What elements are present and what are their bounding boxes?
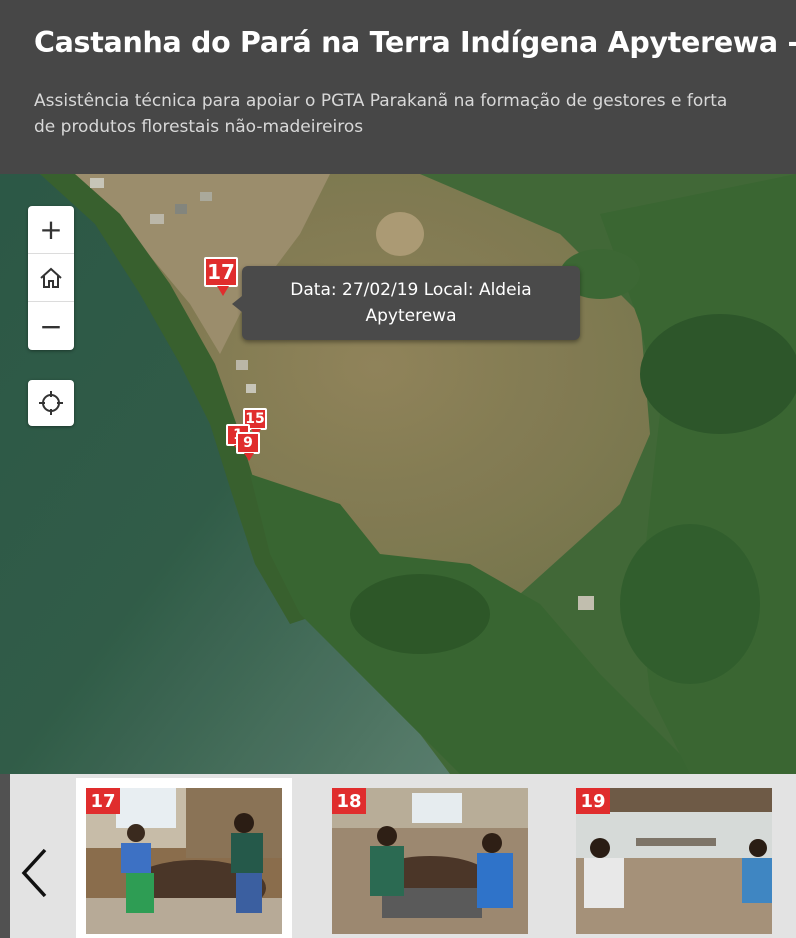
map-marker-17[interactable]: 17 [204,257,238,296]
tooltip-text: Data: 27/02/19 Local: Aldeia Apyterewa [290,280,532,326]
marker-tooltip: Data: 27/02/19 Local: Aldeia Apyterewa [232,266,580,340]
carousel-item-number: 17 [86,788,120,814]
carousel-item-number: 19 [576,788,610,814]
page-subtitle: Assistência técnica para apoiar o PGTA P… [34,88,796,140]
carousel-edge [0,774,10,938]
subtitle-line-1: Assistência técnica para apoiar o PGTA P… [34,91,728,111]
story-header: Castanha do Pará na Terra Indígena Apyte… [0,0,796,174]
zoom-controls: + − [28,206,74,350]
carousel-item-17[interactable]: 17 [86,788,282,934]
crosshair-icon [39,391,63,415]
carousel-item-19[interactable]: 19 [576,788,772,934]
page-title: Castanha do Pará na Terra Indígena Apyte… [34,26,796,59]
satellite-map[interactable] [0,174,796,774]
zoom-out-button[interactable]: − [28,302,74,350]
locate-button[interactable] [28,380,74,426]
subtitle-line-2: de produtos florestais não-madeireiros [34,117,364,137]
home-button[interactable] [28,254,74,302]
map-imagery [0,174,796,774]
carousel-item-number: 18 [332,788,366,814]
carousel-prev-button[interactable] [14,843,54,903]
carousel-item-18[interactable]: 18 [332,788,528,934]
map-marker-19[interactable]: 9 [236,432,260,461]
zoom-in-button[interactable]: + [28,206,74,254]
home-icon [40,267,62,288]
chevron-left-icon [21,848,47,898]
